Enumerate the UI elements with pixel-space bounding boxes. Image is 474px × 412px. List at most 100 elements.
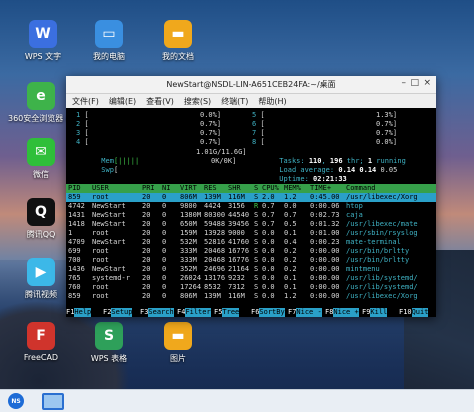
process-cell: 20 xyxy=(142,193,151,201)
cpu-percent: 0.0%] xyxy=(376,138,398,146)
process-cell: 0 xyxy=(162,283,167,291)
column-header[interactable]: MEM% xyxy=(284,184,301,193)
function-key-label[interactable]: SortBy xyxy=(259,308,285,317)
process-row[interactable]: 1 root 20 0 159M 13928 9000 S 0.0 0.1 0:01.00/usr/… xyxy=(66,229,436,238)
process-cell: 8532 xyxy=(204,283,221,291)
function-key[interactable]: F4 xyxy=(177,308,185,317)
column-header[interactable]: CPU% xyxy=(262,184,279,193)
process-cell: 859 xyxy=(68,193,81,201)
function-key[interactable]: F8 xyxy=(325,308,333,317)
process-cell: 0.0 xyxy=(262,283,275,291)
minimize-button[interactable]: – xyxy=(402,78,407,88)
process-row[interactable]: 4709 NewStart 20 0 532M 52816 41760 S 0.0 0.4 0:00… xyxy=(66,238,436,247)
cpu-percent: 0.7%] xyxy=(200,138,222,146)
column-header[interactable]: SHR xyxy=(228,184,241,193)
desktop-shortcut-label: 我的电脑 xyxy=(93,52,125,61)
desktop-shortcut-label: FreeCAD xyxy=(23,353,59,362)
process-cell: 20 xyxy=(142,247,151,255)
process-cell: /usr/bin/brltty xyxy=(346,256,410,264)
function-key[interactable]: F9 xyxy=(362,308,370,317)
column-header[interactable]: USER xyxy=(92,184,109,193)
function-key[interactable]: F3 xyxy=(140,308,148,317)
desktop-shortcut[interactable]: Q 腾讯QQ xyxy=(8,198,74,240)
menu-file[interactable]: 文件(F) xyxy=(72,96,99,107)
process-cell: 13928 xyxy=(204,229,226,237)
process-row[interactable]: 765 systemd-r 20 0 26024 13176 9232 S 0.0 0.1 0:00… xyxy=(66,274,436,283)
qq-icon: Q xyxy=(27,198,55,226)
column-header[interactable]: TIME+ xyxy=(310,184,331,193)
process-cell: 4709 xyxy=(68,238,85,246)
desktop-shortcut[interactable]: F FreeCAD xyxy=(8,322,74,362)
terminal-content[interactable]: 1 [0.0%] 2 [0.7%] 3 [0.7%] 4 [0.7%] 5 [1.3%]… xyxy=(66,108,436,317)
cpu-meter: 3 [ xyxy=(76,129,89,137)
process-cell: S xyxy=(254,229,259,237)
function-key[interactable]: F2 xyxy=(103,308,111,317)
column-header[interactable]: PRI xyxy=(142,184,155,193)
terminal-window[interactable]: NewStart@NSDL-LIN-A651CEB24FA:~/桌面 – □ ×… xyxy=(66,76,436,317)
process-row[interactable]: 4742 NewStart 20 0 9800 4424 3156 R 0.7 0.0 0:00.0… xyxy=(66,202,436,211)
function-key[interactable]: F10 xyxy=(399,308,412,317)
process-row[interactable]: 700 root 20 0 333M 20468 16776 S 0.0 0.2 0:00.00/u… xyxy=(66,256,436,265)
show-desktop-icon[interactable] xyxy=(42,393,64,410)
maximize-button[interactable]: □ xyxy=(410,78,419,88)
function-key[interactable]: F5 xyxy=(214,308,222,317)
process-table-header[interactable]: PID USER PRI NI VIRT RES SHR S CPU% MEM% TIME+ Comm… xyxy=(66,184,436,193)
process-cell: 0.0 xyxy=(284,202,297,210)
menu-terminal[interactable]: 终端(T) xyxy=(221,96,248,107)
column-header[interactable]: RES xyxy=(204,184,217,193)
function-key-label[interactable]: Setup xyxy=(111,308,133,317)
cpu-percent: 1.3%] xyxy=(376,111,398,119)
menu-help[interactable]: 帮助(H) xyxy=(258,96,286,107)
selected-process-row[interactable]: 859 root 20 0 806M 139M 116M S 2.0 1.2 0:45.00/usr… xyxy=(66,193,436,202)
process-cell: 1436 xyxy=(68,265,85,273)
close-button[interactable]: × xyxy=(423,78,431,88)
process-cell: 139M xyxy=(204,193,221,201)
function-key-label[interactable]: Quit xyxy=(411,308,429,317)
column-header[interactable]: NI xyxy=(162,184,170,193)
process-cell: root xyxy=(92,193,109,201)
process-row[interactable]: 1436 NewStart 20 0 352M 24696 21164 S 0.0 0.2 0:00… xyxy=(66,265,436,274)
desktop-shortcut-label: WPS 文字 xyxy=(24,52,62,61)
process-row[interactable]: 1431 NewStart 20 0 1380M 80300 44540 S 0.7 0.7 0:0… xyxy=(66,211,436,220)
column-header[interactable]: S xyxy=(254,184,258,193)
function-key-label[interactable]: Nice + xyxy=(333,308,359,317)
function-key-label[interactable]: Tree xyxy=(222,308,240,317)
function-key-label[interactable]: Search xyxy=(148,308,174,317)
process-cell: 20468 xyxy=(204,247,226,255)
function-key[interactable]: F7 xyxy=(288,308,296,317)
desktop-shortcut[interactable]: ▶ 腾讯视频 xyxy=(8,258,74,300)
function-key-label[interactable]: Nice - xyxy=(296,308,322,317)
process-row[interactable]: 699 root 20 0 333M 20468 16776 S 0.0 0.2 0:00.00/u… xyxy=(66,247,436,256)
function-key[interactable]: F6 xyxy=(251,308,259,317)
desktop-shortcut[interactable]: ✉ 微信 xyxy=(8,138,74,180)
process-cell: /usr/libexec/Xorg xyxy=(346,193,418,201)
function-key[interactable]: F1 xyxy=(66,308,74,317)
process-cell: 0:01.32 xyxy=(310,220,340,228)
start-menu-button[interactable]: NS xyxy=(8,393,24,409)
cpu-percent: 0.7%] xyxy=(200,120,222,128)
process-cell: /usr/bin/brltty xyxy=(346,247,410,255)
process-cell: 116M xyxy=(228,292,245,300)
column-header[interactable]: PID xyxy=(68,184,81,193)
desktop-shortcut[interactable]: e 360安全浏览器 (beta) xyxy=(8,82,90,124)
menu-view[interactable]: 查看(V) xyxy=(146,96,174,107)
function-key-label[interactable]: Kill xyxy=(370,308,388,317)
desktop-shortcut[interactable]: ▬ 图片 xyxy=(145,322,211,364)
function-key-label[interactable]: Help xyxy=(74,308,92,317)
process-cell: 0:00.06 xyxy=(310,202,340,210)
desktop-shortcut[interactable]: ▭ 我的电脑 xyxy=(76,20,142,62)
process-cell: 352M xyxy=(180,265,197,273)
process-row[interactable]: 1418 NewStart 20 0 650M 59488 39456 S 0.7 0.5 0:01… xyxy=(66,220,436,229)
function-key-label[interactable]: Filter xyxy=(185,308,211,317)
window-titlebar[interactable]: NewStart@NSDL-LIN-A651CEB24FA:~/桌面 – □ × xyxy=(66,76,436,94)
mem-value: 1.01G/11.6G] xyxy=(196,148,247,156)
column-header[interactable]: Command xyxy=(346,184,376,193)
process-row[interactable]: 760 root 20 0 17264 8532 7312 S 0.0 0.1 0:00.00/us… xyxy=(66,283,436,292)
process-row[interactable]: 859 root 20 0 806M 139M 116M S 0.0 1.2 0:00.00/usr… xyxy=(66,292,436,301)
menu-edit[interactable]: 编辑(E) xyxy=(109,96,136,107)
desktop-shortcut[interactable]: W WPS 文字 xyxy=(10,20,76,62)
desktop-shortcut[interactable]: S WPS 表格 xyxy=(76,322,142,364)
menu-search[interactable]: 搜索(S) xyxy=(184,96,211,107)
desktop-shortcut[interactable]: ▬ 我的文档 xyxy=(145,20,211,62)
column-header[interactable]: VIRT xyxy=(180,184,197,193)
